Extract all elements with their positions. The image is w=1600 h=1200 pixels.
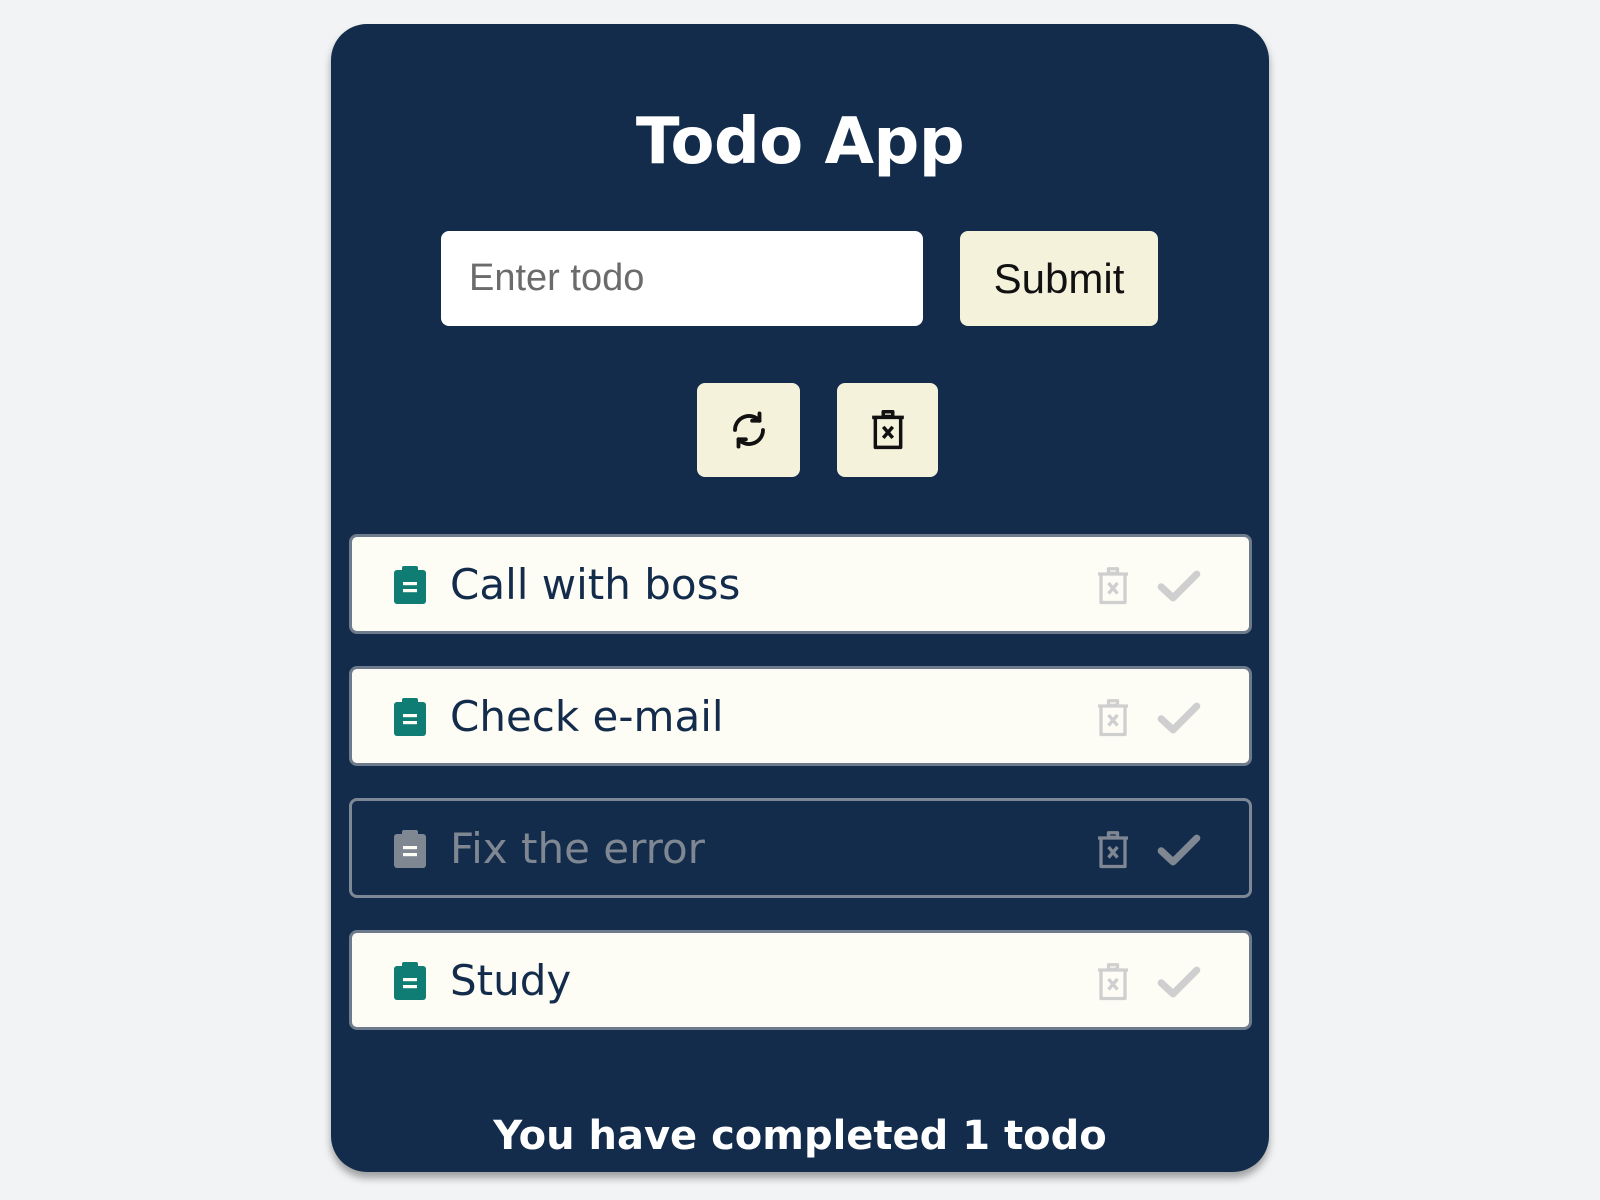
delete-icon[interactable] [1095,829,1131,871]
check-icon[interactable] [1157,965,1201,999]
todo-text: Check e-mail [450,692,724,741]
todo-input[interactable] [441,231,923,326]
clipboard-icon [394,566,426,604]
app-title: Todo App [635,105,965,179]
clipboard-icon [394,698,426,736]
clipboard-icon [394,830,426,868]
todo-card: Todo App Submit Call with boss Check e-ma… [331,24,1269,1172]
check-icon[interactable] [1157,701,1201,735]
refresh-icon [732,411,765,449]
submit-button[interactable]: Submit [960,231,1158,326]
clipboard-icon [394,962,426,1000]
completed-summary: You have completed 1 todo [493,1113,1107,1159]
delete-icon[interactable] [1095,697,1131,739]
check-icon[interactable] [1157,833,1201,867]
todo-text: Fix the error [450,824,705,873]
todo-item[interactable]: Study [349,930,1252,1030]
delete-icon[interactable] [1095,961,1131,1003]
clear-all-button[interactable] [837,383,938,477]
refresh-button[interactable] [697,383,800,477]
todo-text: Study [450,956,572,1005]
delete-icon[interactable] [1095,565,1131,607]
todo-text: Call with boss [450,560,741,609]
todo-item[interactable]: Check e-mail [349,666,1252,766]
todo-item[interactable]: Fix the error [349,798,1252,898]
todo-list: Call with boss Check e-mail Fix the error S… [349,534,1252,1062]
trash-x-icon [871,410,904,450]
check-icon[interactable] [1157,569,1201,603]
todo-item[interactable]: Call with boss [349,534,1252,634]
